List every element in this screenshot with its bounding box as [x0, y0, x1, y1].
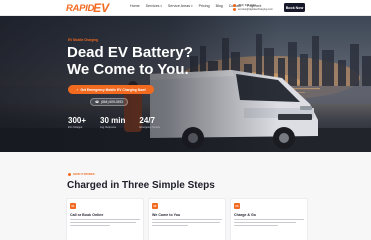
phone-icon: ☎: [95, 100, 100, 104]
step-title: Charge & Go: [234, 213, 256, 217]
hero-stats: 300+ EVs Charged 30 min Avg. Response 24…: [68, 116, 160, 129]
stat-evs-charged: 300+ EVs Charged: [68, 116, 87, 129]
hero-phone-button[interactable]: ☎ (864) 609-0393: [90, 98, 128, 106]
text-placeholder-line: [152, 222, 220, 224]
text-placeholder-line: [70, 225, 110, 227]
emergency-charging-button[interactable]: ⚡ Get Emergency Mobile EV Charging Now!: [68, 85, 154, 94]
step-number: 02: [152, 203, 158, 209]
hero-title: Dead EV Battery? We Come to You.: [67, 44, 193, 78]
logo-ev: EV: [93, 1, 110, 15]
step-title: Call or Book Online: [70, 213, 104, 217]
section-title: Charged in Three Simple Steps: [67, 180, 215, 191]
text-placeholder-line: [234, 219, 304, 221]
site-header: RAPID EV Home Services ▾ Service Areas ▾ P…: [0, 0, 371, 16]
site-logo[interactable]: RAPID EV: [66, 1, 109, 15]
text-placeholder-line: [234, 222, 296, 224]
hero-overlay: [0, 16, 371, 152]
step-number: 01: [70, 203, 76, 209]
nav-pricing[interactable]: Pricing: [199, 4, 210, 8]
chevron-down-icon: ▾: [160, 4, 162, 8]
nav-home[interactable]: Home: [130, 4, 140, 8]
nav-blog[interactable]: Blog: [216, 4, 223, 8]
header-email[interactable]: service@rapidevcharging.com: [233, 8, 273, 13]
logo-text: RAPID: [66, 2, 95, 14]
phone-icon: [233, 3, 236, 7]
hero-eyebrow: EV Mobile Charging: [68, 38, 99, 42]
step-cards: 01 Call or Book Online 02 We Come to You…: [66, 198, 308, 240]
how-it-works-section: HOW IT WORKS Charged in Three Simple Ste…: [0, 152, 371, 240]
text-placeholder-line: [152, 219, 222, 221]
chevron-down-icon: ▾: [191, 4, 193, 8]
hero-section: EV Mobile Charging Dead EV Battery? We C…: [0, 16, 371, 152]
nav-services[interactable]: Services ▾: [146, 4, 162, 8]
bolt-icon: ⚡: [76, 87, 79, 92]
stat-response-time: 30 min Avg. Response: [100, 116, 126, 129]
step-number: 03: [234, 203, 240, 209]
step-card-3: 03 Charge & Go: [230, 198, 308, 240]
stat-availability: 24/7 Emergency Service: [139, 116, 161, 129]
book-now-button[interactable]: Book Now: [284, 3, 305, 12]
text-placeholder-line: [70, 219, 140, 221]
bullet-icon: [68, 172, 71, 176]
text-placeholder-line: [234, 225, 278, 227]
text-placeholder-line: [152, 225, 188, 227]
section-eyebrow: HOW IT WORKS: [68, 172, 95, 176]
mail-icon: [233, 8, 236, 12]
header-contact: (864) 609-0393 service@rapidevcharging.c…: [233, 3, 273, 12]
step-card-2: 02 We Come to You: [148, 198, 226, 240]
nav-service-areas[interactable]: Service Areas ▾: [168, 4, 193, 8]
step-title: We Come to You: [152, 213, 181, 217]
step-card-1: 01 Call or Book Online: [66, 198, 144, 240]
text-placeholder-line: [70, 222, 136, 224]
